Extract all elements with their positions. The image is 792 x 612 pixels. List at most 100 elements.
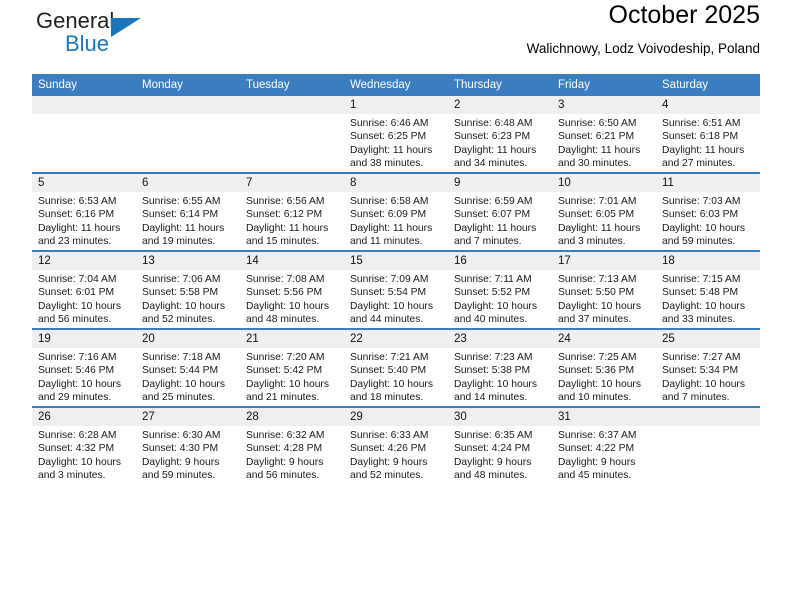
day-details: Sunrise: 6:46 AM Sunset: 6:25 PM Daylight:… bbox=[344, 114, 448, 171]
day-detail-line: and 27 minutes. bbox=[662, 158, 736, 170]
calendar-day-cell[interactable]: 23 Sunrise: 7:23 AM Sunset: 5:38 PM Dayligh… bbox=[448, 328, 552, 407]
day-details: Sunrise: 7:21 AM Sunset: 5:40 PM Daylight:… bbox=[344, 348, 448, 405]
weekday-header-thursday: Thursday bbox=[448, 74, 552, 96]
day-detail-line: Daylight: 11 hours bbox=[454, 222, 537, 234]
calendar-day-cell[interactable]: 22 Sunrise: 7:21 AM Sunset: 5:40 PM Dayligh… bbox=[344, 328, 448, 407]
calendar-day-cell[interactable]: 26 Sunrise: 6:28 AM Sunset: 4:32 PM Dayligh… bbox=[32, 406, 136, 484]
day-detail-line: Daylight: 11 hours bbox=[350, 222, 433, 234]
calendar-day-cell[interactable]: 13 Sunrise: 7:06 AM Sunset: 5:58 PM Dayligh… bbox=[136, 250, 240, 329]
calendar-day-cell[interactable]: 5 Sunrise: 6:53 AM Sunset: 6:16 PM Daylight… bbox=[32, 172, 136, 251]
calendar-day-cell[interactable]: 16 Sunrise: 7:11 AM Sunset: 5:52 PM Dayligh… bbox=[448, 250, 552, 329]
day-detail-line: Daylight: 10 hours bbox=[454, 300, 537, 312]
day-detail-line: Sunset: 6:21 PM bbox=[558, 131, 635, 143]
day-detail-line: Sunrise: 6:37 AM bbox=[558, 430, 637, 441]
day-number: 22 bbox=[344, 330, 448, 348]
day-detail-line: Daylight: 11 hours bbox=[142, 222, 225, 234]
day-detail-line: Sunrise: 6:35 AM bbox=[454, 430, 533, 441]
brand-triangle-icon bbox=[111, 18, 141, 37]
calendar-day-cell[interactable]: 24 Sunrise: 7:25 AM Sunset: 5:36 PM Dayligh… bbox=[552, 328, 656, 407]
calendar-day-cell[interactable]: 11 Sunrise: 7:03 AM Sunset: 6:03 PM Dayligh… bbox=[656, 172, 760, 251]
day-number: 3 bbox=[552, 96, 656, 114]
day-details: Sunrise: 7:08 AM Sunset: 5:56 PM Daylight:… bbox=[240, 270, 344, 327]
calendar-day-cell[interactable]: 20 Sunrise: 7:18 AM Sunset: 5:44 PM Dayligh… bbox=[136, 328, 240, 407]
calendar-day-cell[interactable]: 18 Sunrise: 7:15 AM Sunset: 5:48 PM Dayligh… bbox=[656, 250, 760, 329]
day-detail-line: and 30 minutes. bbox=[558, 158, 632, 170]
day-detail-line: and 59 minutes. bbox=[662, 236, 736, 248]
day-detail-line: Daylight: 10 hours bbox=[246, 378, 329, 390]
calendar-day-cell[interactable]: 7 Sunrise: 6:56 AM Sunset: 6:12 PM Daylight… bbox=[240, 172, 344, 251]
day-details: Sunrise: 7:11 AM Sunset: 5:52 PM Daylight:… bbox=[448, 270, 552, 327]
day-detail-line: Sunrise: 7:15 AM bbox=[662, 274, 741, 285]
day-detail-line: and 18 minutes. bbox=[350, 392, 424, 404]
calendar-day-cell[interactable]: 28 Sunrise: 6:32 AM Sunset: 4:28 PM Dayligh… bbox=[240, 406, 344, 484]
day-number bbox=[656, 408, 760, 426]
calendar-day-cell[interactable]: 14 Sunrise: 7:08 AM Sunset: 5:56 PM Dayligh… bbox=[240, 250, 344, 329]
day-detail-line: Sunrise: 7:09 AM bbox=[350, 274, 429, 285]
calendar-day-cell[interactable]: 29 Sunrise: 6:33 AM Sunset: 4:26 PM Dayligh… bbox=[344, 406, 448, 484]
calendar-day-cell[interactable]: 21 Sunrise: 7:20 AM Sunset: 5:42 PM Dayligh… bbox=[240, 328, 344, 407]
day-detail-line: and 7 minutes. bbox=[454, 236, 522, 248]
calendar-day-cell[interactable]: 31 Sunrise: 6:37 AM Sunset: 4:22 PM Dayligh… bbox=[552, 406, 656, 484]
day-detail-line: Daylight: 11 hours bbox=[662, 144, 745, 156]
day-number: 9 bbox=[448, 174, 552, 192]
day-details: Sunrise: 6:28 AM Sunset: 4:32 PM Daylight:… bbox=[32, 426, 136, 483]
day-detail-line: Sunset: 6:23 PM bbox=[454, 131, 531, 143]
day-detail-line: Sunset: 6:12 PM bbox=[246, 209, 323, 221]
day-detail-line: Daylight: 10 hours bbox=[142, 300, 225, 312]
calendar-day-cell[interactable]: 10 Sunrise: 7:01 AM Sunset: 6:05 PM Dayligh… bbox=[552, 172, 656, 251]
day-detail-line: and 25 minutes. bbox=[142, 392, 216, 404]
day-number: 25 bbox=[656, 330, 760, 348]
day-detail-line: Sunrise: 7:25 AM bbox=[558, 352, 637, 363]
day-detail-line: Daylight: 10 hours bbox=[142, 378, 225, 390]
general-blue-logo[interactable]: General Blue bbox=[36, 10, 216, 64]
day-detail-line: and 7 minutes. bbox=[662, 392, 730, 404]
day-detail-line: Sunset: 6:05 PM bbox=[558, 209, 635, 221]
calendar-day-cell[interactable]: 12 Sunrise: 7:04 AM Sunset: 6:01 PM Dayligh… bbox=[32, 250, 136, 329]
calendar-day-cell[interactable]: 30 Sunrise: 6:35 AM Sunset: 4:24 PM Dayligh… bbox=[448, 406, 552, 484]
calendar-day-cell[interactable]: 17 Sunrise: 7:13 AM Sunset: 5:50 PM Dayligh… bbox=[552, 250, 656, 329]
day-detail-line: Sunrise: 6:58 AM bbox=[350, 196, 429, 207]
day-number bbox=[32, 96, 136, 114]
day-details: Sunrise: 7:01 AM Sunset: 6:05 PM Daylight:… bbox=[552, 192, 656, 249]
day-number: 15 bbox=[344, 252, 448, 270]
day-detail-line: Sunset: 5:36 PM bbox=[558, 365, 635, 377]
calendar-week-row: 1 Sunrise: 6:46 AM Sunset: 6:25 PM Daylight… bbox=[32, 96, 760, 173]
calendar-day-cell[interactable]: 1 Sunrise: 6:46 AM Sunset: 6:25 PM Daylight… bbox=[344, 96, 448, 173]
day-detail-line: Sunrise: 6:33 AM bbox=[350, 430, 429, 441]
day-detail-line: Sunrise: 6:59 AM bbox=[454, 196, 533, 207]
day-number: 6 bbox=[136, 174, 240, 192]
day-detail-line: Sunrise: 7:18 AM bbox=[142, 352, 221, 363]
weekday-header-monday: Monday bbox=[136, 74, 240, 96]
day-detail-line: Daylight: 10 hours bbox=[38, 456, 121, 468]
day-number: 16 bbox=[448, 252, 552, 270]
day-detail-line: Daylight: 9 hours bbox=[142, 456, 220, 468]
day-detail-line: and 11 minutes. bbox=[350, 236, 423, 248]
day-detail-line: Sunrise: 7:03 AM bbox=[662, 196, 741, 207]
day-detail-line: Sunrise: 6:55 AM bbox=[142, 196, 221, 207]
calendar-day-cell[interactable]: 2 Sunrise: 6:48 AM Sunset: 6:23 PM Daylight… bbox=[448, 96, 552, 173]
calendar-day-cell[interactable]: 9 Sunrise: 6:59 AM Sunset: 6:07 PM Daylight… bbox=[448, 172, 552, 251]
calendar-day-cell[interactable]: 25 Sunrise: 7:27 AM Sunset: 5:34 PM Dayligh… bbox=[656, 328, 760, 407]
calendar-day-cell-empty bbox=[32, 96, 136, 173]
day-details bbox=[240, 114, 344, 117]
weekday-header-tuesday: Tuesday bbox=[240, 74, 344, 96]
day-details: Sunrise: 6:51 AM Sunset: 6:18 PM Daylight:… bbox=[656, 114, 760, 171]
day-detail-line: Sunset: 6:14 PM bbox=[142, 209, 219, 221]
day-number: 20 bbox=[136, 330, 240, 348]
calendar-day-cell[interactable]: 8 Sunrise: 6:58 AM Sunset: 6:09 PM Daylight… bbox=[344, 172, 448, 251]
page-title: October 2025 bbox=[608, 1, 761, 29]
calendar-day-cell[interactable]: 4 Sunrise: 6:51 AM Sunset: 6:18 PM Daylight… bbox=[656, 96, 760, 173]
calendar-day-cell[interactable]: 19 Sunrise: 7:16 AM Sunset: 5:46 PM Dayligh… bbox=[32, 328, 136, 407]
calendar-day-cell[interactable]: 27 Sunrise: 6:30 AM Sunset: 4:30 PM Dayligh… bbox=[136, 406, 240, 484]
day-detail-line: Sunrise: 6:50 AM bbox=[558, 118, 637, 129]
day-detail-line: Daylight: 10 hours bbox=[38, 378, 121, 390]
calendar-day-cell[interactable]: 3 Sunrise: 6:50 AM Sunset: 6:21 PM Daylight… bbox=[552, 96, 656, 173]
calendar-day-cell[interactable]: 6 Sunrise: 6:55 AM Sunset: 6:14 PM Daylight… bbox=[136, 172, 240, 251]
day-detail-line: Sunset: 4:26 PM bbox=[350, 443, 427, 455]
day-number: 8 bbox=[344, 174, 448, 192]
day-detail-line: Sunrise: 6:51 AM bbox=[662, 118, 741, 129]
day-details: Sunrise: 6:58 AM Sunset: 6:09 PM Daylight:… bbox=[344, 192, 448, 249]
day-number: 10 bbox=[552, 174, 656, 192]
calendar-day-cell[interactable]: 15 Sunrise: 7:09 AM Sunset: 5:54 PM Dayligh… bbox=[344, 250, 448, 329]
day-detail-line: Daylight: 10 hours bbox=[662, 222, 745, 234]
